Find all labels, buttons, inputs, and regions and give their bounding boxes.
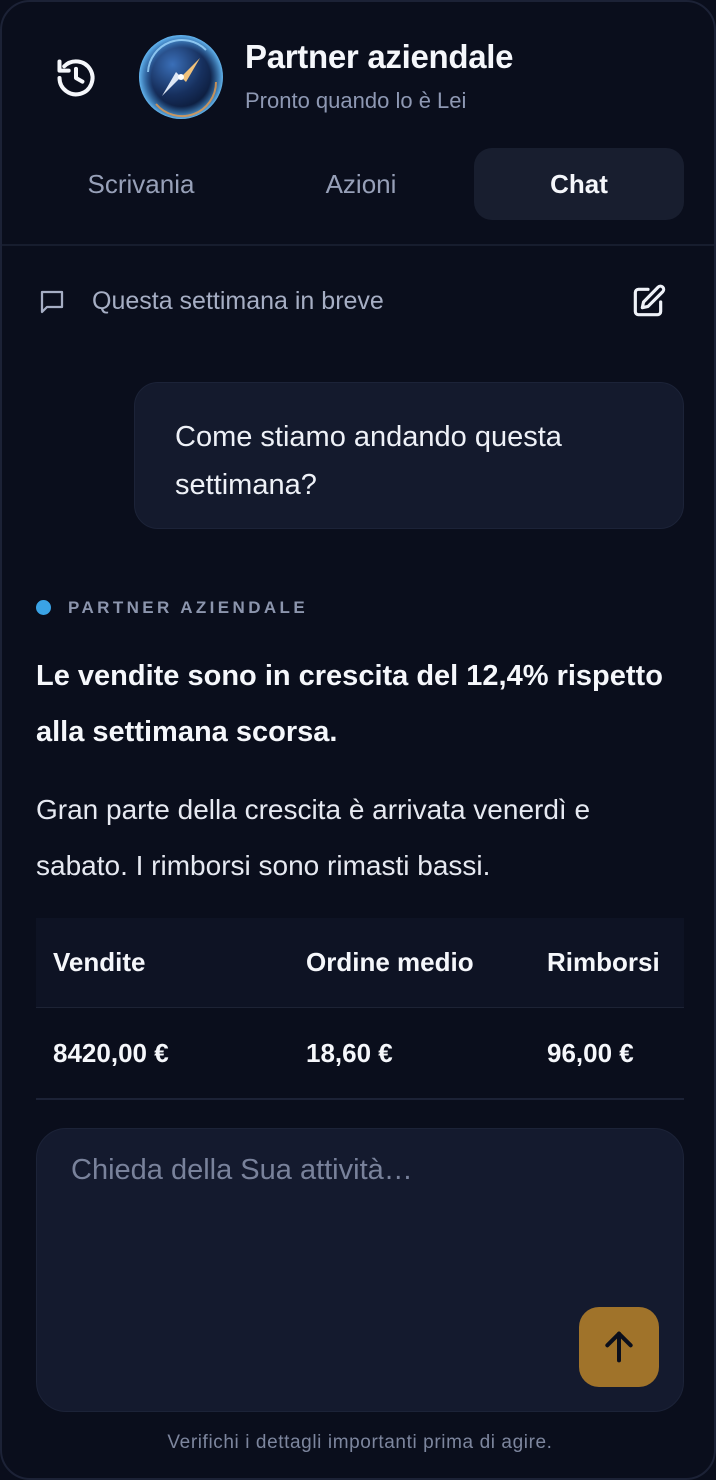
metrics-table: Vendite Ordine medio Rimborsi 8420,00 € … [36, 918, 684, 1100]
assistant-headline: Le vendite sono in crescita del 12,4% ri… [36, 660, 663, 748]
compass-icon [139, 35, 223, 119]
message-composer [36, 1128, 684, 1412]
send-button[interactable] [579, 1307, 659, 1387]
page-subtitle: Pronto quando lo è Lei [245, 88, 467, 113]
table-cell: 8420,00 € [53, 1037, 169, 1068]
chat-bubble-icon [40, 290, 64, 314]
table-header-cell: Vendite [53, 947, 146, 977]
header-divider [2, 244, 714, 246]
tab-scrivania[interactable]: Scrivania [34, 148, 248, 220]
table-header-cell: Ordine medio [306, 947, 474, 977]
assistant-status-dot [36, 600, 51, 615]
assistant-label: PARTNER AZIENDALE [68, 598, 309, 617]
table-header-cell: Rimborsi [547, 947, 660, 977]
new-conversation-button[interactable] [626, 280, 670, 324]
conversation-title: Questa settimana in breve [92, 287, 384, 315]
history-button[interactable] [50, 52, 102, 104]
history-icon [57, 59, 95, 97]
page-title: Partner aziendale [245, 38, 514, 75]
assistant-avatar [136, 32, 226, 122]
tab-azioni[interactable]: Azioni [256, 148, 466, 220]
table-cell: 96,00 € [547, 1037, 634, 1068]
tab-bar: Scrivania Azioni Chat [34, 148, 686, 220]
user-message: Come stiamo andando questa settimana? [134, 382, 684, 529]
assistant-body: Gran parte della crescita è arrivata ven… [36, 794, 591, 881]
table-cell: 18,60 € [306, 1037, 393, 1068]
table-header-row: Vendite Ordine medio Rimborsi [36, 918, 684, 1008]
tab-chat[interactable]: Chat [474, 148, 684, 220]
edit-icon [633, 284, 666, 317]
table-row: 8420,00 € 18,60 € 96,00 € [36, 1008, 684, 1100]
disclaimer-note: Verifichi i dettagli importanti prima di… [167, 1432, 553, 1453]
assistant-panel: Partner aziendale Pronto quando lo è Lei… [0, 0, 716, 1480]
arrow-up-icon [605, 1331, 633, 1363]
